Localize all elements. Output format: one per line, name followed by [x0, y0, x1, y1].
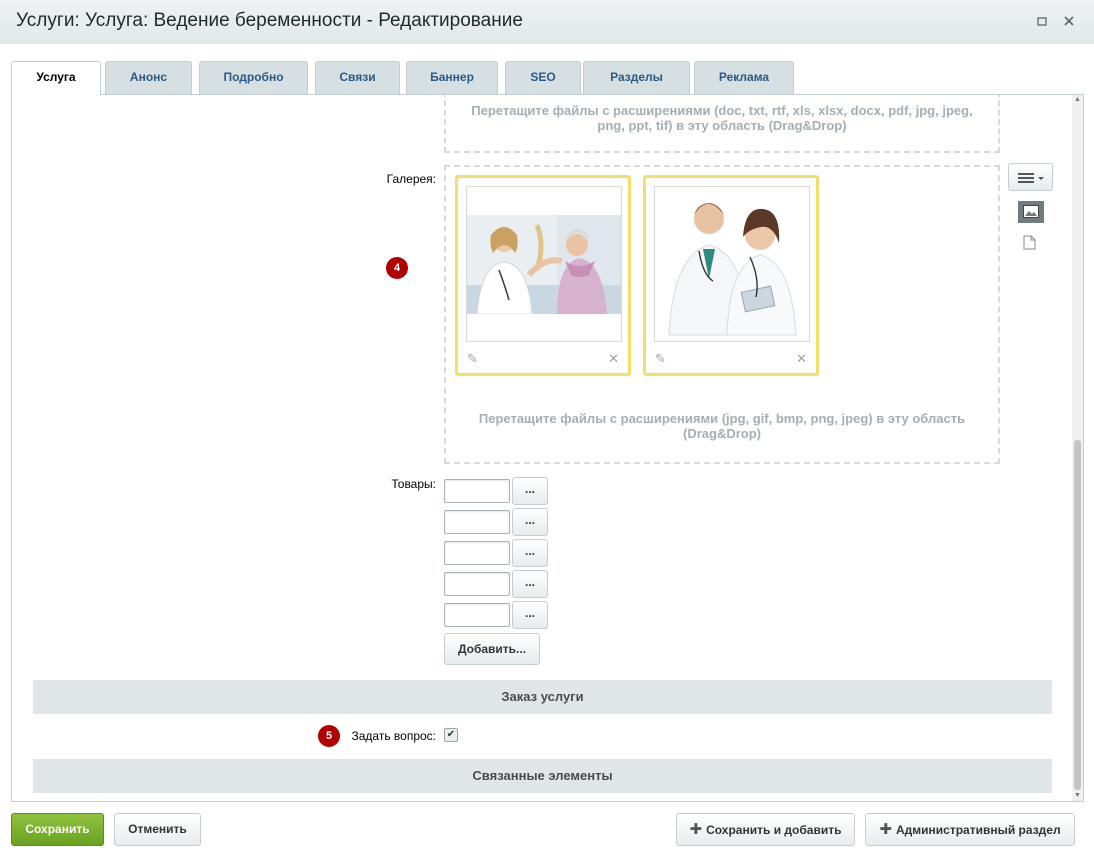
- product-input[interactable]: [444, 572, 510, 596]
- save-and-add-label: Сохранить и добавить: [706, 823, 842, 837]
- tab-sections[interactable]: Разделы: [583, 61, 690, 94]
- browse-button[interactable]: ...: [512, 539, 548, 567]
- gallery-photo-frame: [654, 186, 810, 342]
- browse-button[interactable]: ...: [512, 508, 548, 536]
- linked-section-header: Связанные элементы: [33, 759, 1052, 793]
- product-input[interactable]: [444, 603, 510, 627]
- save-button[interactable]: Сохранить: [11, 813, 104, 846]
- plus-icon: ✚: [879, 821, 892, 838]
- save-and-add-button[interactable]: ✚ Сохранить и добавить: [676, 813, 855, 846]
- admin-section-label: Административный раздел: [895, 823, 1061, 837]
- gallery-photo-frame: [466, 186, 622, 342]
- gallery-menu-button[interactable]: [1008, 163, 1053, 191]
- window-titlebar: Услуги: Услуга: Ведение беременности - Р…: [0, 0, 1094, 45]
- product-input[interactable]: [444, 510, 510, 534]
- menu-icon: [1018, 173, 1044, 183]
- gallery-item[interactable]: ✎ ✕: [455, 175, 631, 376]
- gallery-photo: [655, 187, 809, 341]
- delete-icon[interactable]: ✕: [796, 351, 807, 367]
- file-icon: [1023, 235, 1036, 250]
- browse-button[interactable]: ...: [512, 601, 548, 629]
- files-dropzone[interactable]: Перетащите файлы с расширениями (doc, tx…: [444, 95, 1000, 153]
- gallery-photo: [467, 215, 621, 314]
- tab-announce[interactable]: Анонс: [105, 61, 192, 94]
- order-section-header: Заказ услуги: [33, 680, 1052, 714]
- image-view-button[interactable]: [1018, 201, 1044, 223]
- file-view-button[interactable]: [1023, 235, 1036, 253]
- product-input[interactable]: [444, 541, 510, 565]
- delete-icon[interactable]: ✕: [608, 351, 619, 367]
- content-panel: Перетащите файлы с расширениями (doc, tx…: [11, 94, 1084, 802]
- tab-links[interactable]: Связи: [315, 61, 400, 94]
- gallery-item[interactable]: ✎ ✕: [643, 175, 819, 376]
- close-icon[interactable]: [1061, 14, 1077, 30]
- ask-question-label: Задать вопрос:: [351, 729, 436, 743]
- plus-icon: ✚: [689, 821, 703, 838]
- products-label: Товары:: [391, 477, 436, 491]
- add-product-button[interactable]: Добавить...: [444, 633, 540, 665]
- files-dropzone-text: Перетащите файлы с расширениями (doc, tx…: [471, 103, 973, 133]
- tab-ads[interactable]: Реклама: [694, 61, 794, 94]
- tab-service[interactable]: Услуга: [11, 61, 101, 95]
- tab-bar: Услуга Анонс Подробно Связи Баннер SEO Р…: [0, 44, 1094, 95]
- scroll-thumb[interactable]: [1074, 440, 1081, 790]
- gallery-dropzone-text: Перетащите файлы с расширениями (jpg, gi…: [478, 411, 966, 441]
- tab-details[interactable]: Подробно: [199, 61, 308, 94]
- browse-button[interactable]: ...: [512, 570, 548, 598]
- tab-banner[interactable]: Баннер: [406, 61, 498, 94]
- tab-seo[interactable]: SEO: [505, 61, 581, 94]
- edit-icon[interactable]: ✎: [655, 351, 666, 367]
- admin-section-button[interactable]: ✚ Административный раздел: [865, 813, 1075, 846]
- edit-icon[interactable]: ✎: [467, 351, 478, 367]
- scroll-up-icon[interactable]: ▲: [1072, 95, 1083, 105]
- cancel-button[interactable]: Отменить: [114, 813, 201, 846]
- ask-question-checkbox[interactable]: ✔: [444, 728, 458, 742]
- window-title: Услуги: Услуга: Ведение беременности - Р…: [16, 10, 523, 31]
- scroll-down-icon[interactable]: ▼: [1072, 791, 1083, 801]
- browse-button[interactable]: ...: [512, 477, 548, 505]
- step-badge: 4: [386, 257, 408, 279]
- product-input[interactable]: [444, 479, 510, 503]
- maximize-icon[interactable]: [1034, 14, 1050, 30]
- image-icon: [1023, 205, 1039, 218]
- gallery-label: Галерея:: [386, 172, 436, 186]
- scrollbar[interactable]: ▲ ▼: [1072, 95, 1083, 801]
